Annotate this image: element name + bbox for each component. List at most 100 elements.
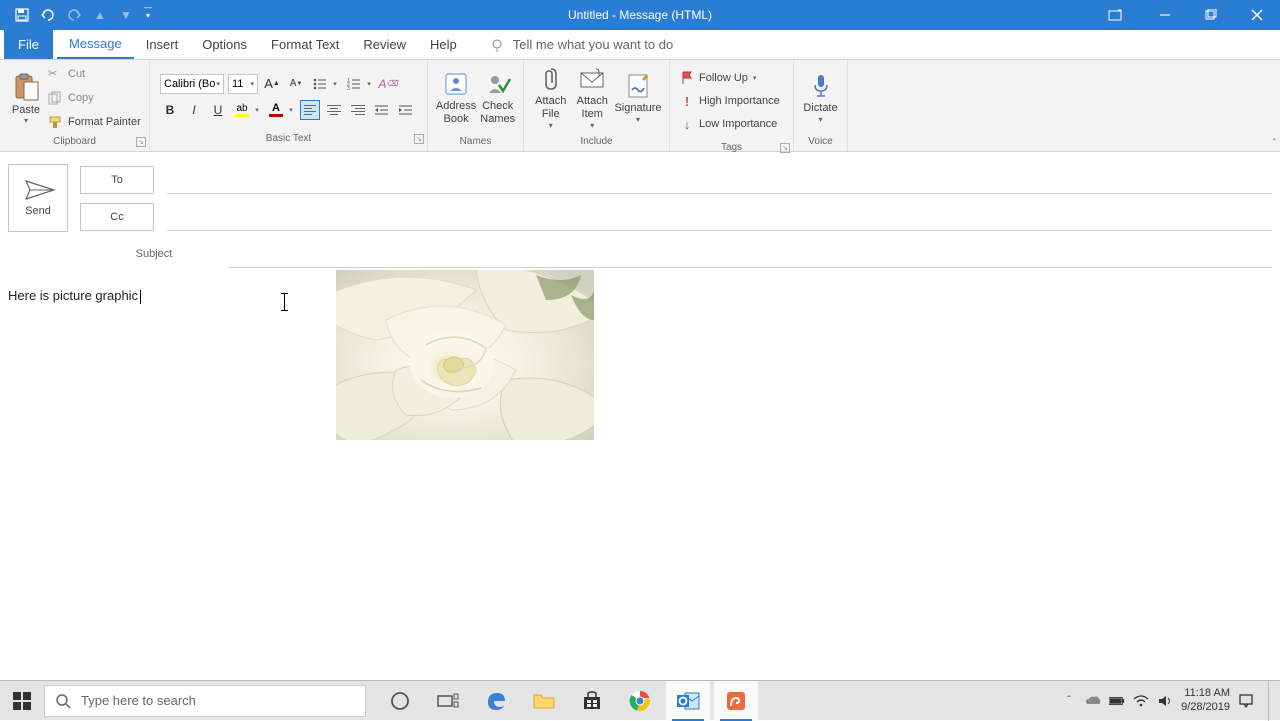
tab-review[interactable]: Review <box>351 30 418 59</box>
battery-icon[interactable] <box>1109 693 1125 709</box>
cc-field[interactable] <box>166 203 1272 231</box>
high-importance-button[interactable]: ! High Importance <box>680 91 780 111</box>
tags-launcher[interactable]: ↘ <box>780 143 790 153</box>
chevron-down-icon: ▾ <box>24 116 28 125</box>
cut-button: ✂ Cut <box>48 64 141 84</box>
attach-file-button[interactable]: Attach File ▾ <box>530 62 572 134</box>
signature-button[interactable]: Signature ▾ <box>613 62 663 134</box>
popout-button[interactable] <box>1092 0 1138 30</box>
align-center-button[interactable] <box>324 100 344 120</box>
chrome-icon[interactable] <box>618 681 662 721</box>
dictate-button[interactable]: Dictate ▾ <box>800 62 841 134</box>
send-button[interactable]: Send <box>8 164 68 232</box>
notifications-icon[interactable] <box>1238 693 1254 709</box>
collapse-ribbon-button[interactable]: ˆ <box>1273 138 1276 149</box>
snagit-icon[interactable] <box>714 681 758 721</box>
low-importance-icon: ↓ <box>680 117 694 131</box>
increase-font-button[interactable]: A▲ <box>262 74 282 94</box>
low-importance-label: Low Importance <box>699 118 777 130</box>
taskbar-search[interactable]: Type here to search <box>44 685 366 717</box>
tab-help[interactable]: Help <box>418 30 469 59</box>
cc-button[interactable]: Cc <box>80 203 154 231</box>
font-name-select[interactable]: Calibri (Bo ▾ <box>160 74 224 94</box>
bold-button[interactable]: B <box>160 100 180 120</box>
inline-image[interactable] <box>336 270 594 440</box>
tell-me-label: Tell me what you want to do <box>513 37 673 52</box>
wifi-icon[interactable] <box>1133 693 1149 709</box>
italic-button[interactable]: I <box>184 100 204 120</box>
save-icon[interactable] <box>14 7 30 23</box>
decrease-font-button[interactable]: A▼ <box>286 74 306 94</box>
maximize-button[interactable] <box>1188 0 1234 30</box>
store-icon[interactable] <box>570 681 614 721</box>
chevron-down-icon: ▾ <box>330 80 340 88</box>
group-tags: Follow Up ▾ ! High Importance ↓ Low Impo… <box>670 60 794 151</box>
highlight-icon: ab <box>232 103 252 117</box>
chevron-down-icon: ▾ <box>636 115 640 125</box>
address-book-icon <box>442 70 470 98</box>
font-size-select[interactable]: 11 ▾ <box>228 74 258 94</box>
edge-icon[interactable] <box>474 681 518 721</box>
low-importance-button[interactable]: ↓ Low Importance <box>680 114 780 134</box>
attach-file-label: Attach File <box>535 95 566 121</box>
highlight-button[interactable]: ab ▾ <box>232 100 262 120</box>
increase-indent-button[interactable] <box>396 100 416 120</box>
ribbon: Paste ▾ ✂ Cut Copy Form <box>0 60 1280 152</box>
tab-options[interactable]: Options <box>190 30 259 59</box>
clock[interactable]: 11:18 AM 9/28/2019 <box>1181 687 1230 713</box>
file-explorer-icon[interactable] <box>522 681 566 721</box>
chevron-down-icon: ▾ <box>252 106 262 114</box>
font-color-button[interactable]: A ▾ <box>266 100 296 120</box>
to-button[interactable]: To <box>80 166 154 194</box>
onedrive-icon[interactable] <box>1085 693 1101 709</box>
message-body[interactable]: Here is picture graphic <box>0 270 1280 690</box>
bullets-button[interactable]: ▾ <box>310 74 340 94</box>
tab-file[interactable]: File <box>4 30 53 59</box>
show-desktop-button[interactable] <box>1268 681 1274 721</box>
chevron-down-icon: ▾ <box>286 106 296 114</box>
copy-icon <box>48 91 64 105</box>
task-view-icon[interactable] <box>426 681 470 721</box>
group-names: Address Book Check Names Names <box>428 60 524 151</box>
tell-me-search[interactable]: Tell me what you want to do <box>489 30 673 59</box>
tab-message[interactable]: Message <box>57 30 134 59</box>
qat-customize-icon[interactable]: ▾— <box>144 7 160 23</box>
decrease-indent-button[interactable] <box>372 100 392 120</box>
outlook-icon[interactable] <box>666 681 710 721</box>
check-names-icon <box>484 70 512 98</box>
check-names-label: Check Names <box>480 100 515 126</box>
minimize-button[interactable] <box>1142 0 1188 30</box>
tab-format-text[interactable]: Format Text <box>259 30 351 59</box>
signature-label: Signature <box>614 102 661 115</box>
follow-up-button[interactable]: Follow Up ▾ <box>680 68 780 88</box>
volume-icon[interactable] <box>1157 693 1173 709</box>
align-right-button[interactable] <box>348 100 368 120</box>
align-left-button[interactable] <box>300 100 320 120</box>
address-book-button[interactable]: Address Book <box>434 62 478 134</box>
copy-button: Copy <box>48 88 141 108</box>
to-field[interactable] <box>166 166 1272 194</box>
cortana-icon[interactable] <box>378 681 422 721</box>
time-label: 11:18 AM <box>1181 687 1230 700</box>
start-button[interactable] <box>0 681 44 721</box>
check-names-button[interactable]: Check Names <box>478 62 517 134</box>
compose-header: Send To Cc Subject <box>0 152 1280 270</box>
subject-field[interactable] <box>228 240 1272 268</box>
tray-chevron-up-icon[interactable]: ˆ <box>1061 693 1077 709</box>
attach-item-button[interactable]: Attach Item ▾ <box>572 62 614 134</box>
clipboard-launcher[interactable]: ↘ <box>136 137 146 147</box>
copy-label: Copy <box>68 92 94 104</box>
undo-icon[interactable] <box>40 7 56 23</box>
underline-button[interactable]: U <box>208 100 228 120</box>
search-placeholder: Type here to search <box>81 693 196 708</box>
clear-formatting-button[interactable]: A⌫ <box>378 74 398 94</box>
chevron-down-icon: ▾ <box>364 80 374 88</box>
ribbon-tabs: File Message Insert Options Format Text … <box>0 30 1280 60</box>
tab-insert[interactable]: Insert <box>134 30 191 59</box>
format-painter-button[interactable]: Format Painter <box>48 112 141 132</box>
paste-button[interactable]: Paste ▾ <box>6 62 46 134</box>
close-button[interactable] <box>1234 0 1280 30</box>
scissors-icon: ✂ <box>48 67 64 81</box>
basic-text-launcher[interactable]: ↘ <box>414 134 424 144</box>
numbering-button[interactable]: 123 ▾ <box>344 74 374 94</box>
